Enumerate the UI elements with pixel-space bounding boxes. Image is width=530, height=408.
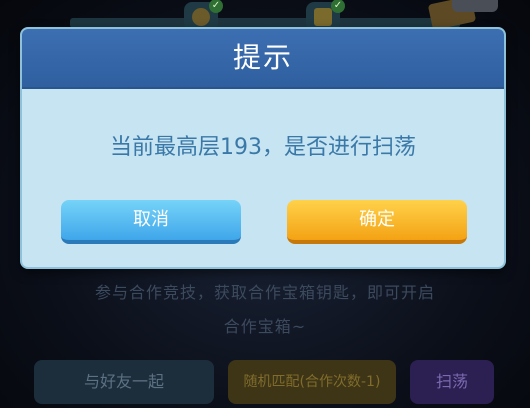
- sweep-button: 扫荡: [410, 360, 494, 404]
- speech-bubble-icon: [452, 0, 498, 12]
- play-with-friends-button: 与好友一起: [34, 360, 214, 404]
- dialog-header: 提示: [22, 29, 504, 89]
- coin-reward-icon: [192, 8, 210, 26]
- description-line-2: 合作宝箱~: [223, 317, 307, 336]
- confirm-dialog: 提示 当前最高层193，是否进行扫荡 取消 确定: [20, 27, 506, 269]
- check-icon: ✓: [331, 0, 345, 13]
- check-icon: ✓: [209, 0, 223, 13]
- cancel-button[interactable]: 取消: [61, 200, 241, 244]
- confirm-button[interactable]: 确定: [287, 200, 467, 244]
- card-reward-icon: [314, 8, 332, 26]
- dialog-message: 当前最高层193，是否进行扫荡: [110, 135, 416, 160]
- description-line-1: 参与合作竞技，获取合作宝箱钥匙，即可开启: [94, 283, 435, 302]
- random-match-button: 随机匹配(合作次数-1): [228, 360, 396, 404]
- dialog-title: 提示: [232, 41, 293, 74]
